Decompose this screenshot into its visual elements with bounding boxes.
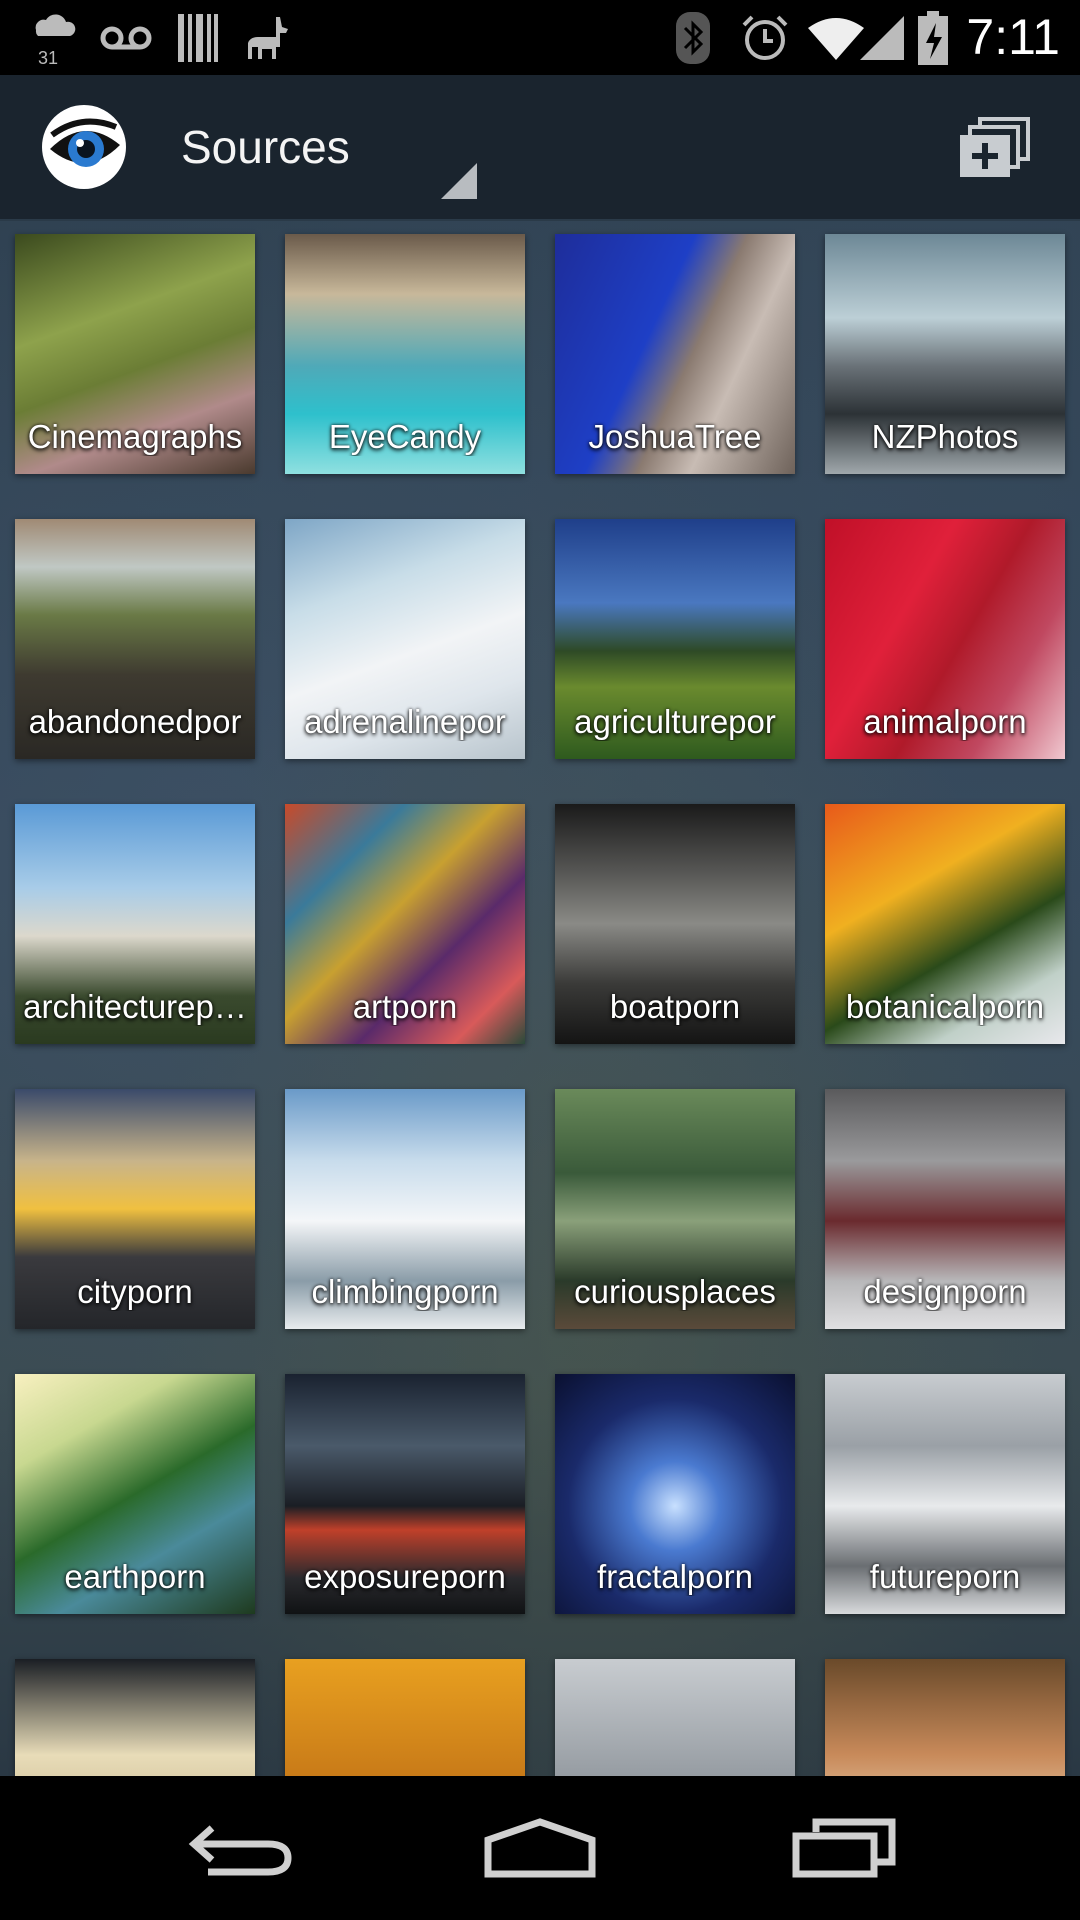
alarm-icon [740,0,790,75]
source-tile[interactable]: exposureporn [285,1374,525,1614]
source-tile[interactable]: animalporn [825,519,1065,759]
weather-calendar-icon: 31 [28,0,78,75]
source-tile[interactable]: earthporn [15,1374,255,1614]
source-tile[interactable]: abandonedpor [15,519,255,759]
source-tile[interactable] [285,1659,525,1776]
source-tile-label: futureporn [869,1558,1021,1595]
source-tile[interactable]: botanicalporn [825,804,1065,1044]
llama-icon [246,0,290,75]
source-tile[interactable]: architecturep… [15,804,255,1044]
source-tile-label: botanicalporn [845,988,1045,1025]
source-tile[interactable]: adrenalinepor [285,519,525,759]
sources-spinner-title[interactable]: Sources [181,75,350,219]
source-tile-label: designporn [863,1273,1027,1310]
voicemail-icon [100,0,152,75]
source-tile[interactable] [15,1659,255,1776]
source-tile-label: cityporn [77,1273,193,1310]
recent-apps-button[interactable] [744,1776,944,1920]
source-tile[interactable]: JoshuaTree [555,234,795,474]
source-tile-label: earthporn [64,1558,206,1595]
source-tile-label: boatporn [609,988,741,1025]
source-tile-label: EyeCandy [328,418,482,455]
source-tile[interactable]: artporn [285,804,525,1044]
calendar-day: 31 [38,48,58,68]
source-thumbnail [555,1659,795,1776]
source-tile[interactable]: futureporn [825,1374,1065,1614]
source-tile[interactable]: Cinemagraphs [15,234,255,474]
source-tile[interactable]: climbingporn [285,1089,525,1329]
back-icon [188,1825,292,1876]
source-tile[interactable]: NZPhotos [825,234,1065,474]
sources-grid[interactable]: Cinemagraphs EyeCandy JoshuaTree NZPhotos ab… [0,221,1080,1776]
source-tile-label: artporn [352,988,458,1025]
source-tile[interactable]: EyeCandy [285,234,525,474]
source-tile[interactable]: agriculturepor [555,519,795,759]
source-tile-label: agriculturepor [574,703,776,740]
source-tile-label: fractalporn [597,1558,753,1595]
source-tile-label: JoshuaTree [588,418,762,455]
source-tile-label: animalporn [863,703,1027,740]
source-tile[interactable] [825,1659,1065,1776]
signal-icon [860,0,904,75]
source-tile[interactable]: fractalporn [555,1374,795,1614]
action-bar: Sources [0,75,1080,221]
source-tile[interactable]: curiousplaces [555,1089,795,1329]
recent-apps-icon [792,1818,896,1878]
source-tile-label: adrenalinepor [304,703,506,740]
source-thumbnail [825,1659,1065,1776]
source-thumbnail [15,1659,255,1776]
source-tile-label: exposureporn [304,1558,506,1595]
barcode-icon [178,0,218,75]
home-icon [484,1818,596,1878]
app-logo-eye-icon[interactable] [42,105,126,189]
navigation-bar [0,1776,1080,1920]
source-tile-label: curiousplaces [574,1273,776,1310]
source-tile[interactable]: cityporn [15,1089,255,1329]
status-bar: 31 7:11 [0,0,1080,75]
battery-charging-icon [918,0,948,75]
add-to-collection-icon [960,117,1030,177]
wifi-icon [808,0,864,75]
source-tile-label: architecturep… [23,988,247,1025]
add-source-button[interactable] [958,117,1030,179]
source-tile-label: climbingporn [311,1273,499,1310]
bluetooth-icon [676,0,710,75]
source-tile[interactable]: designporn [825,1089,1065,1329]
status-time: 7:11 [966,9,1060,65]
source-tile-label: NZPhotos [871,418,1019,455]
source-tile-label: Cinemagraphs [27,418,243,455]
source-tile[interactable] [555,1659,795,1776]
back-button[interactable] [140,1776,340,1920]
source-thumbnail [285,1659,525,1776]
spinner-dropdown-icon[interactable] [441,163,477,199]
source-tile[interactable]: boatporn [555,804,795,1044]
source-tile-label: abandonedpor [28,703,242,740]
home-button[interactable] [440,1776,640,1920]
